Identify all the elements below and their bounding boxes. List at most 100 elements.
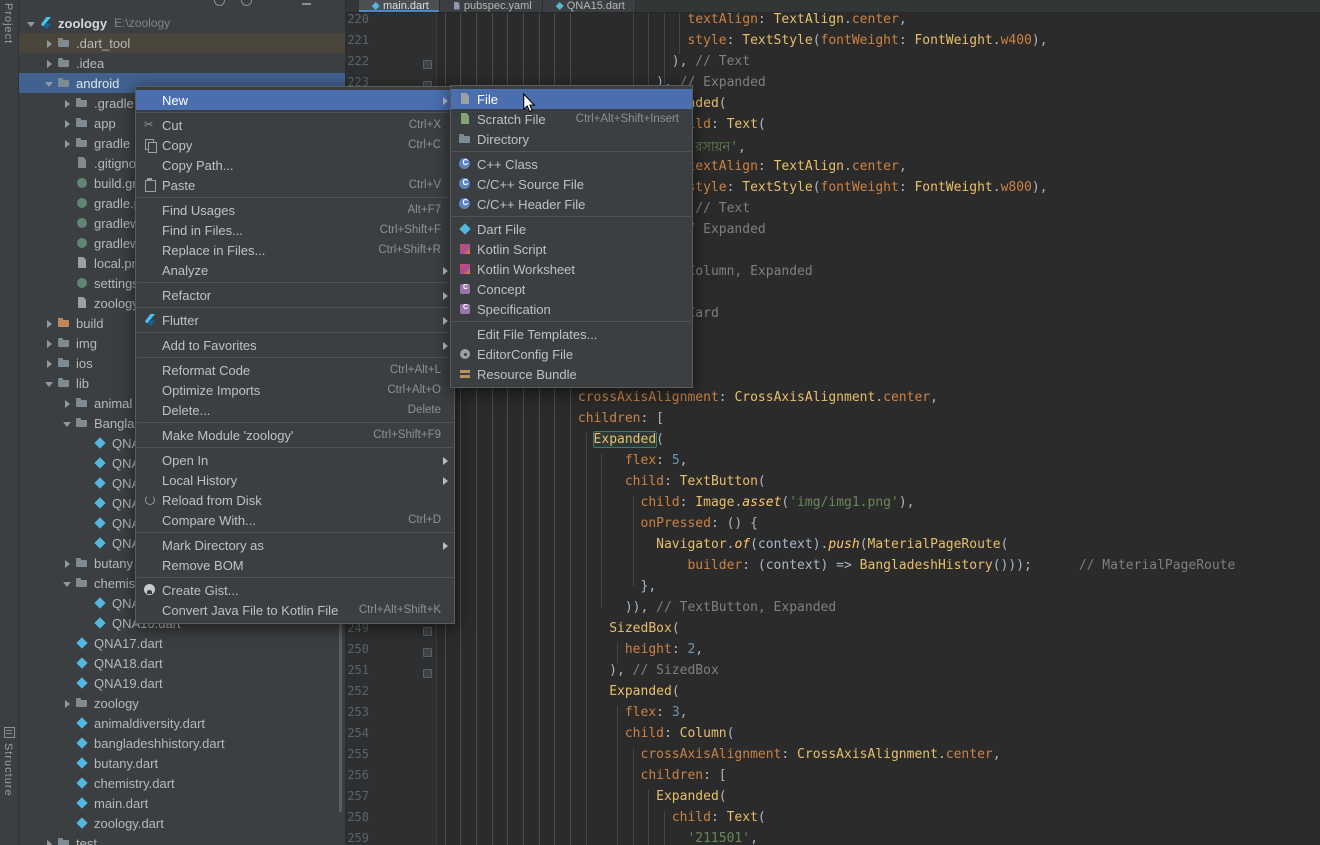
menu-item-new[interactable]: New <box>136 90 454 110</box>
project-tool-button[interactable]: Project <box>2 3 14 44</box>
menu-item-create-gist[interactable]: Create Gist... <box>136 580 454 600</box>
tree-item-qna17-dart[interactable]: QNA17.dart <box>18 633 345 653</box>
tab-pubspec-yaml[interactable]: pubspec.yaml <box>440 0 543 12</box>
menu-item-cut[interactable]: CutCtrl+X <box>136 115 454 135</box>
code-line-238[interactable]: 238 crossAxisAlignment: CrossAxisAlignme… <box>345 390 1320 411</box>
code-line-247[interactable]: 247 }, <box>345 579 1320 600</box>
tree-item-zoology-dart[interactable]: zoology.dart <box>18 813 345 833</box>
code-line-220[interactable]: 220 textAlign: TextAlign.center, <box>345 12 1320 33</box>
code-line-258[interactable]: 258 child: Text( <box>345 810 1320 831</box>
tree-item-qna18-dart[interactable]: QNA18.dart <box>18 653 345 673</box>
menu-item-analyze[interactable]: Analyze <box>136 260 454 280</box>
chevron-down-icon[interactable] <box>42 76 57 91</box>
chevron-right-icon[interactable] <box>60 696 75 711</box>
chevron-right-icon[interactable] <box>42 356 57 371</box>
menu-item-scratch-file[interactable]: Scratch FileCtrl+Alt+Shift+Insert <box>451 109 692 129</box>
chevron-right-icon[interactable] <box>42 316 57 331</box>
code-line-241[interactable]: 241 flex: 5, <box>345 453 1320 474</box>
menu-item-remove-bom[interactable]: Remove BOM <box>136 555 454 575</box>
menu-item-edit-file-templates[interactable]: Edit File Templates... <box>451 324 692 344</box>
chevron-right-icon[interactable] <box>60 136 75 151</box>
menu-item-specification[interactable]: Specification <box>451 299 692 319</box>
code-line-252[interactable]: 252 Expanded( <box>345 684 1320 705</box>
hide-panel-icon[interactable] <box>302 3 311 5</box>
menu-item-paste[interactable]: PasteCtrl+V <box>136 175 454 195</box>
tree-item-zoology[interactable]: zoology <box>18 693 345 713</box>
menu-item-local-history[interactable]: Local History <box>136 470 454 490</box>
menu-item-kotlin-script[interactable]: Kotlin Script <box>451 239 692 259</box>
menu-item-find-usages[interactable]: Find UsagesAlt+F7 <box>136 200 454 220</box>
menu-item-concept[interactable]: Concept <box>451 279 692 299</box>
fold-marker-icon[interactable] <box>423 60 432 69</box>
menu-item-make-module-zoology[interactable]: Make Module 'zoology'Ctrl+Shift+F9 <box>136 425 454 445</box>
menu-item-flutter[interactable]: Flutter <box>136 310 454 330</box>
chevron-down-icon[interactable] <box>24 16 39 31</box>
chevron-down-icon[interactable] <box>42 376 57 391</box>
menu-item-c-c-source-file[interactable]: C/C++ Source File <box>451 174 692 194</box>
menu-item-dart-file[interactable]: Dart File <box>451 219 692 239</box>
code-line-256[interactable]: 256 children: [ <box>345 768 1320 789</box>
code-line-222[interactable]: 222 ), // Text <box>345 54 1320 75</box>
code-line-242[interactable]: 242 child: TextButton( <box>345 474 1320 495</box>
menu-item-resource-bundle[interactable]: Resource Bundle <box>451 364 692 384</box>
menu-item-convert-java-file-to-kotlin-file[interactable]: Convert Java File to Kotlin FileCtrl+Alt… <box>136 600 454 620</box>
menu-item-copy-path[interactable]: Copy Path... <box>136 155 454 175</box>
tree-item-main-dart[interactable]: main.dart <box>18 793 345 813</box>
tree-item-chemistry-dart[interactable]: chemistry.dart <box>18 773 345 793</box>
tab-main-dart[interactable]: main.dart <box>359 0 440 12</box>
menu-item-compare-with[interactable]: Compare With...Ctrl+D <box>136 510 454 530</box>
menu-item-optimize-imports[interactable]: Optimize ImportsCtrl+Alt+O <box>136 380 454 400</box>
code-line-248[interactable]: 248 )), // TextButton, Expanded <box>345 600 1320 621</box>
menu-item-delete[interactable]: Delete...Delete <box>136 400 454 420</box>
structure-tool-button[interactable]: Structure <box>2 743 14 797</box>
code-line-257[interactable]: 257 Expanded( <box>345 789 1320 810</box>
chevron-right-icon[interactable] <box>42 56 57 71</box>
menu-item-reformat-code[interactable]: Reformat CodeCtrl+Alt+L <box>136 360 454 380</box>
menu-item-kotlin-worksheet[interactable]: Kotlin Worksheet <box>451 259 692 279</box>
code-line-239[interactable]: 239 children: [ <box>345 411 1320 432</box>
fold-marker-icon[interactable] <box>423 627 432 636</box>
chevron-right-icon[interactable] <box>60 556 75 571</box>
code-line-253[interactable]: 253 flex: 3, <box>345 705 1320 726</box>
menu-item-add-to-favorites[interactable]: Add to Favorites <box>136 335 454 355</box>
menu-item-file[interactable]: File <box>451 89 692 109</box>
tree-item-animaldiversity-dart[interactable]: animaldiversity.dart <box>18 713 345 733</box>
menu-item-open-in[interactable]: Open In <box>136 450 454 470</box>
menu-item-c-c-header-file[interactable]: C/C++ Header File <box>451 194 692 214</box>
tree-item-idea[interactable]: .idea <box>18 53 345 73</box>
menu-item-replace-in-files[interactable]: Replace in Files...Ctrl+Shift+R <box>136 240 454 260</box>
code-line-245[interactable]: 245 Navigator.of(context).push(MaterialP… <box>345 537 1320 558</box>
code-line-259[interactable]: 259 '211501', <box>345 831 1320 845</box>
menu-item-c-class[interactable]: C++ Class <box>451 154 692 174</box>
tree-item-zoology[interactable]: zoologyE:\zoology <box>18 13 345 33</box>
chevron-right-icon[interactable] <box>60 116 75 131</box>
menu-item-copy[interactable]: CopyCtrl+C <box>136 135 454 155</box>
chevron-down-icon[interactable] <box>60 416 75 431</box>
code-line-251[interactable]: 251 ), // SizedBox <box>345 663 1320 684</box>
locate-file-icon[interactable] <box>214 0 225 6</box>
settings-gear-icon[interactable] <box>241 0 252 6</box>
menu-item-find-in-files[interactable]: Find in Files...Ctrl+Shift+F <box>136 220 454 240</box>
menu-item-refactor[interactable]: Refactor <box>136 285 454 305</box>
chevron-right-icon[interactable] <box>60 396 75 411</box>
code-line-246[interactable]: 246 builder: (context) => BangladeshHist… <box>345 558 1320 579</box>
tree-item-dart-tool[interactable]: .dart_tool <box>18 33 345 53</box>
tree-item-butany-dart[interactable]: butany.dart <box>18 753 345 773</box>
chevron-right-icon[interactable] <box>42 836 57 845</box>
code-line-249[interactable]: 249 SizedBox( <box>345 621 1320 642</box>
tree-item-test[interactable]: test <box>18 833 345 845</box>
tab-qna15-dart[interactable]: QNA15.dart <box>543 0 636 12</box>
menu-item-mark-directory-as[interactable]: Mark Directory as <box>136 535 454 555</box>
menu-item-reload-from-disk[interactable]: Reload from Disk <box>136 490 454 510</box>
fold-marker-icon[interactable] <box>423 669 432 678</box>
tree-item-bangladeshhistory-dart[interactable]: bangladeshhistory.dart <box>18 733 345 753</box>
chevron-right-icon[interactable] <box>60 96 75 111</box>
chevron-down-icon[interactable] <box>60 576 75 591</box>
tree-item-qna19-dart[interactable]: QNA19.dart <box>18 673 345 693</box>
menu-item-editorconfig-file[interactable]: EditorConfig File <box>451 344 692 364</box>
chevron-right-icon[interactable] <box>42 336 57 351</box>
code-line-254[interactable]: 254 child: Column( <box>345 726 1320 747</box>
code-line-240[interactable]: 240 Expanded( <box>345 432 1320 453</box>
code-line-244[interactable]: 244 onPressed: () { <box>345 516 1320 537</box>
chevron-right-icon[interactable] <box>42 36 57 51</box>
